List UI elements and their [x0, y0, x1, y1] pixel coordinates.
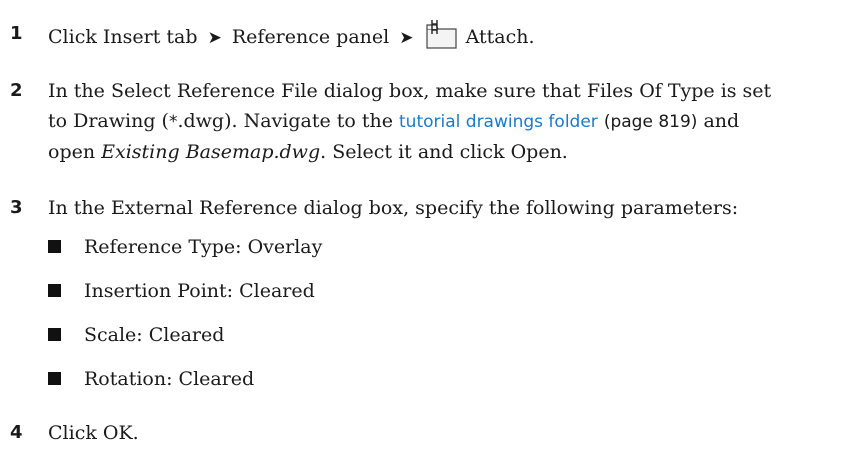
step-1-middle-text: Reference panel	[231, 26, 390, 48]
parameter-text: Rotation: Cleared	[84, 368, 255, 390]
attach-icon	[425, 20, 457, 49]
parameter-text: Insertion Point: Cleared	[84, 280, 315, 302]
list-item: Reference Type: Overlay	[0, 232, 853, 262]
step-2-line-2-pre: to Drawing (	[48, 110, 169, 132]
tutorial-drawings-folder-link[interactable]: tutorial drawings folder	[399, 112, 598, 132]
step-2-line-2: to Drawing (*.dwg). Navigate to the tuto…	[48, 106, 848, 137]
instruction-steps: 1 Click Insert tab ➤ Reference panel ➤ A…	[0, 0, 853, 455]
step-number: 2	[10, 80, 23, 101]
bullet-icon	[48, 328, 61, 341]
file-name: Existing Basemap.dwg	[101, 141, 321, 163]
step-2-line-1: In the Select Reference File dialog box,…	[48, 80, 772, 102]
page-reference: (page 819)	[603, 112, 698, 132]
step-text: In the Select Reference File dialog box,…	[48, 76, 848, 167]
step-1-pre-text: Click Insert tab	[48, 26, 198, 48]
arrow-icon: ➤	[207, 28, 222, 48]
arrow-icon: ➤	[399, 28, 414, 48]
step-text: Click OK.	[48, 422, 139, 444]
list-item: Rotation: Cleared	[0, 364, 853, 394]
list-item: Scale: Cleared	[0, 320, 853, 350]
step-text: In the External Reference dialog box, sp…	[48, 197, 739, 219]
list-item: Insertion Point: Cleared	[0, 276, 853, 306]
step-2-line-3: open Existing Basemap.dwg. Select it and…	[48, 137, 848, 167]
step-2-line-3-post: . Select it and click Open.	[320, 141, 568, 163]
bullet-icon	[48, 372, 61, 385]
parameter-text: Scale: Cleared	[84, 324, 225, 346]
bullet-icon	[48, 240, 61, 253]
step-1-post-text: Attach.	[465, 26, 535, 48]
step-2-line-2-post: and	[697, 110, 740, 132]
step-number: 3	[10, 197, 23, 218]
step-number: 1	[10, 23, 23, 44]
step-2-line-3-pre: open	[48, 141, 102, 163]
step-text: Click Insert tab ➤ Reference panel ➤ Att…	[48, 19, 848, 53]
parameter-text: Reference Type: Overlay	[84, 236, 323, 258]
step-number: 4	[10, 422, 23, 443]
step-2-line-2-mid: .dwg). Navigate to the	[177, 110, 400, 132]
bullet-icon	[48, 284, 61, 297]
